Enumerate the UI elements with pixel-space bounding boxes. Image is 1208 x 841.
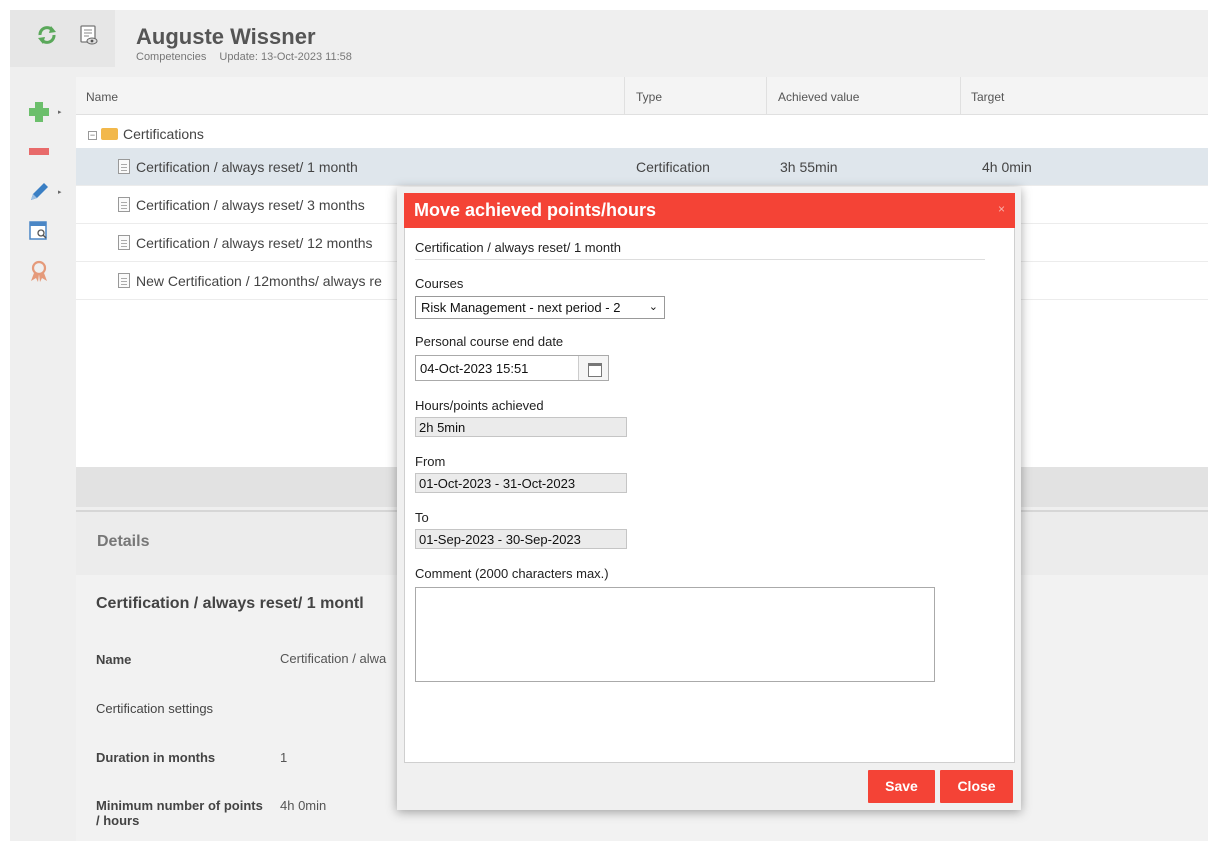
from-field: 01-Oct-2023 - 31-Oct-2023	[415, 473, 627, 493]
name-label: Name	[96, 652, 132, 667]
table-row[interactable]: Certification / always reset/ 1 month Ce…	[76, 148, 1208, 186]
row-type: Certification	[636, 159, 710, 175]
edit-dropdown-caret[interactable]: ▸	[58, 188, 62, 196]
close-icon[interactable]: ×	[998, 202, 1005, 216]
duration-label: Duration in months	[96, 750, 216, 765]
min-points-label: Minimum number of points / hours	[96, 798, 263, 828]
column-name[interactable]: Name	[86, 90, 118, 104]
courses-label: Courses	[415, 276, 464, 291]
add-icon[interactable]	[26, 100, 52, 124]
row-name: New Certification / 12months/ always re	[136, 273, 382, 289]
document-icon	[118, 197, 130, 212]
dialog-subject: Certification / always reset/ 1 month	[415, 240, 621, 255]
details-title: Details	[97, 533, 150, 550]
column-divider	[960, 77, 961, 115]
dialog-header: Move achieved points/hours ×	[404, 193, 1015, 228]
close-button[interactable]: Close	[940, 770, 1013, 803]
document-icon	[118, 235, 130, 250]
divider	[415, 259, 985, 260]
name-value: Certification / alwa	[280, 651, 387, 666]
folder-icon	[101, 128, 118, 140]
end-date-field[interactable]: 04-Oct-2023 15:51	[415, 355, 609, 381]
column-target[interactable]: Target	[971, 90, 1004, 104]
dialog-title: Move achieved points/hours	[414, 200, 657, 220]
refresh-icon[interactable]	[36, 24, 58, 46]
from-label: From	[415, 454, 446, 469]
document-icon	[118, 273, 130, 288]
add-dropdown-caret[interactable]: ▸	[58, 108, 62, 116]
row-achieved: 3h 55min	[780, 159, 838, 175]
hours-label: Hours/points achieved	[415, 398, 544, 413]
chevron-down-icon: ⌄	[648, 301, 658, 313]
preview-icon[interactable]	[26, 219, 52, 243]
page-title: Auguste Wissner	[136, 24, 316, 49]
row-name: Certification / always reset/ 12 months	[136, 235, 373, 251]
group-label: Certifications	[123, 126, 204, 142]
column-divider	[766, 77, 767, 115]
page-subtitle: Competencies Update: 13-Oct-2023 11:58	[136, 51, 362, 63]
row-name: Certification / always reset/ 1 month	[136, 159, 358, 175]
hours-field: 2h 5min	[415, 417, 627, 437]
award-icon[interactable]	[26, 259, 52, 283]
min-points-value: 4h 0min	[280, 798, 327, 813]
certification-settings-label: Certification settings	[96, 701, 214, 716]
row-name: Certification / always reset/ 3 months	[136, 197, 365, 213]
column-divider	[624, 77, 625, 115]
duration-value: 1	[280, 750, 288, 765]
calendar-icon[interactable]	[578, 356, 608, 380]
save-button[interactable]: Save	[868, 770, 935, 803]
table-header: Name Type Achieved value Target	[76, 77, 1208, 115]
section-name: Competencies	[136, 51, 207, 63]
remove-icon[interactable]	[26, 140, 52, 164]
courses-selected-value: Risk Management - next period - 2	[421, 300, 621, 315]
end-date-label: Personal course end date	[415, 334, 564, 349]
column-achieved-value[interactable]: Achieved value	[778, 90, 859, 104]
header-toolbar	[10, 10, 115, 67]
details-heading: Certification / always reset/ 1 montl	[96, 595, 364, 612]
courses-select[interactable]: Risk Management - next period - 2 ⌄	[415, 296, 665, 319]
end-date-value: 04-Oct-2023 15:51	[420, 361, 529, 376]
document-icon	[118, 159, 130, 174]
column-type[interactable]: Type	[636, 90, 662, 104]
edit-icon[interactable]	[26, 180, 52, 204]
to-label: To	[415, 510, 429, 525]
comment-textarea[interactable]	[415, 587, 935, 682]
min-points-label-line1: Minimum number of points	[96, 798, 263, 813]
row-target: 4h 0min	[982, 159, 1032, 175]
to-field: 01-Sep-2023 - 30-Sep-2023	[415, 529, 627, 549]
comment-label: Comment (2000 characters max.)	[415, 566, 609, 581]
update-timestamp: Update: 13-Oct-2023 11:58	[219, 51, 352, 63]
document-view-icon[interactable]	[78, 24, 100, 46]
min-points-label-line2: / hours	[96, 813, 140, 828]
collapse-toggle-icon[interactable]: −	[88, 131, 97, 140]
